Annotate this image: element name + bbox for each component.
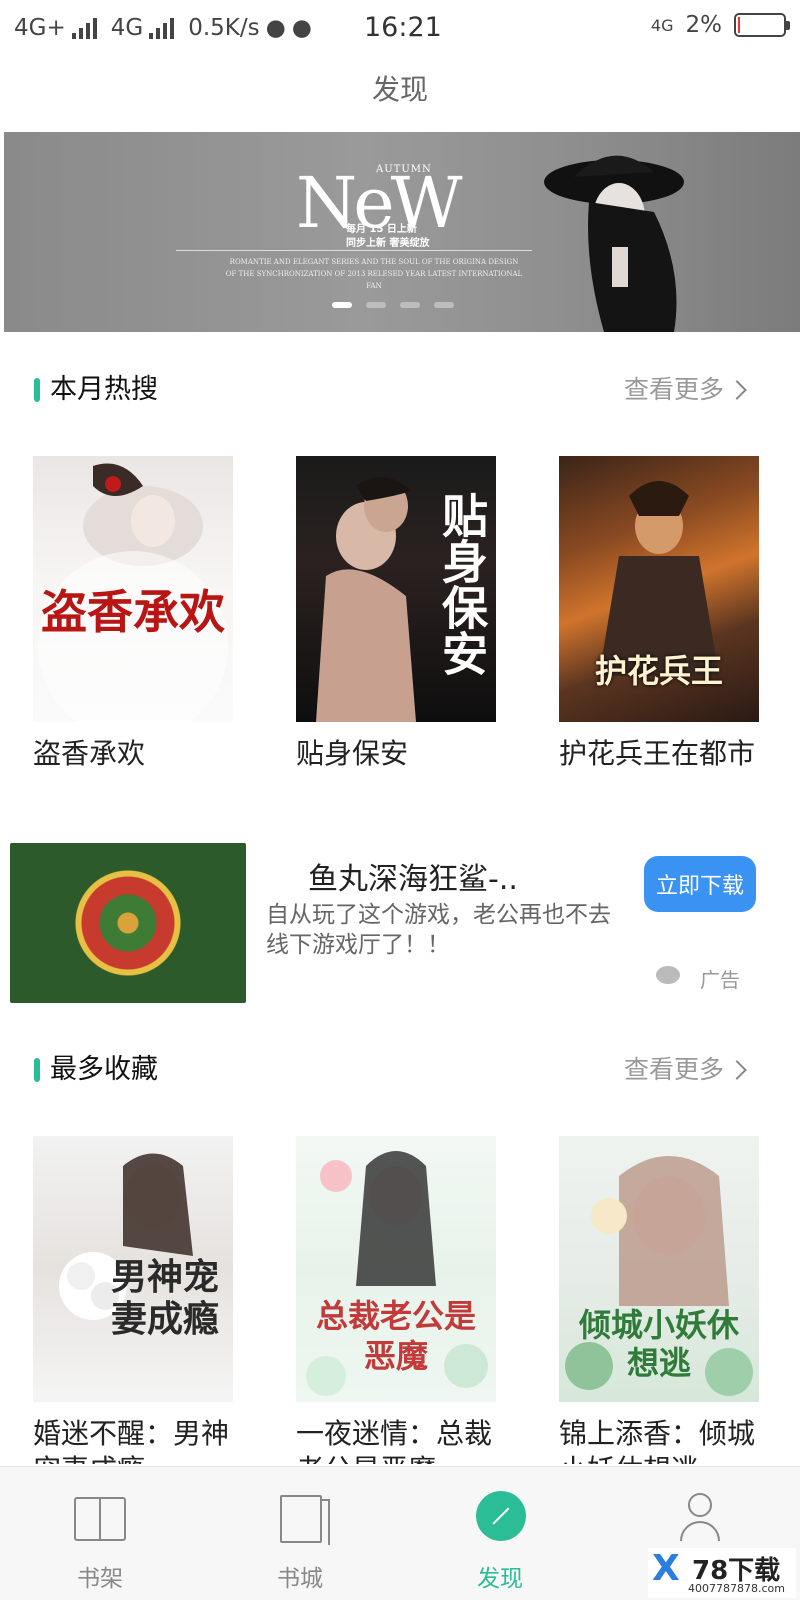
watermark-x-icon: X	[652, 1548, 680, 1589]
download-button[interactable]: 立即下载	[644, 856, 756, 912]
chevron-right-icon[interactable]	[727, 1060, 747, 1080]
section-accent-bar	[34, 1058, 40, 1082]
book-title: 锦上添香：倾城小妖休想逃	[559, 1417, 756, 1464]
book-cover[interactable]: 贴身保安	[296, 456, 496, 722]
page-title: 发现	[371, 73, 428, 106]
view-more-link[interactable]: 查看更多	[624, 370, 724, 410]
banner-cn-line2: 同步上新 奢美绽放	[346, 238, 430, 249]
book-card[interactable]: 贴身保安 贴身保安	[296, 456, 496, 772]
nav-label[interactable]: 书城	[200, 1559, 400, 1593]
book-title: 盗香承欢	[33, 737, 146, 770]
book-card[interactable]: 倾城小妖休想逃 锦上添香：倾城小妖休想逃	[559, 1136, 759, 1464]
cover-title: 总裁老公是恶魔	[316, 1297, 477, 1375]
network-speed: 0.5K/s	[188, 15, 260, 41]
nav-bookstore[interactable]: 书城	[200, 1467, 400, 1600]
watermark-url: 4007787878.com	[688, 1582, 785, 1595]
section-accent-bar	[34, 378, 40, 402]
network-type-2: 4G	[110, 15, 144, 41]
bookshelf-icon[interactable]	[74, 1497, 126, 1541]
compass-icon[interactable]	[476, 1491, 526, 1541]
banner-dot[interactable]	[366, 302, 386, 308]
signal-icon	[71, 17, 97, 39]
section-header-fav: 最多收藏 查看更多	[0, 1050, 800, 1090]
book-title: 贴身保安	[296, 737, 409, 770]
signal-icon-2	[149, 17, 175, 39]
banner-carousel[interactable]: NeW AUTUMN 每月 15 日上新 同步上新 奢美绽放 ROMANTIE …	[4, 132, 800, 332]
book-cover[interactable]: 护花兵王	[559, 456, 759, 722]
book-cover[interactable]: 倾城小妖休想逃	[559, 1136, 759, 1402]
book-cover[interactable]: 总裁老公是恶魔	[296, 1136, 496, 1402]
banner-cn-line1: 每月 15 日上新	[346, 224, 417, 235]
battery-icon	[734, 13, 790, 37]
battery-percent: 2%	[685, 12, 723, 38]
cover-title: 护花兵王	[594, 652, 723, 690]
watermark-logo: X 78下载 4007787878.com	[648, 1548, 796, 1598]
cover-title: 盗香承欢	[41, 585, 225, 639]
qq-icon: ●	[265, 15, 286, 41]
section-title: 本月热搜	[50, 374, 158, 405]
status-left: 4G+ 4G 0.5K/s ● ●	[14, 15, 312, 41]
clock: 16:21	[364, 12, 442, 43]
book-title: 护花兵王在都市	[559, 737, 756, 770]
banner-dot[interactable]	[400, 302, 420, 308]
banner-english-text: ROMANTIE AND ELEGANT SERIES AND THE SOUL…	[225, 258, 523, 290]
banner-dot[interactable]	[332, 302, 352, 308]
cover-title: 男神宠妻成瘾	[110, 1256, 219, 1340]
ad-description[interactable]: 自从玩了这个游戏，老公再也不去线下游戏厅了！！	[266, 900, 616, 960]
chevron-right-icon[interactable]	[727, 380, 747, 400]
network-type-right: 4G	[650, 15, 674, 35]
status-bar: 4G+ 4G 0.5K/s ● ● 16:21 4G 2%	[0, 0, 800, 56]
nav-label[interactable]: 书架	[0, 1559, 200, 1593]
ad-card[interactable]: 鱼丸深海狂鲨-.. 自从玩了这个游戏，老公再也不去线下游戏厅了！！ 立即下载 广…	[0, 840, 800, 1010]
section-header-hot: 本月热搜 查看更多	[0, 370, 800, 410]
banner-divider	[176, 250, 532, 251]
nav-label[interactable]: 发现	[400, 1559, 600, 1593]
section-title: 最多收藏	[50, 1054, 158, 1085]
banner-woman-image	[544, 155, 684, 332]
banner-pagination	[332, 302, 454, 308]
user-icon[interactable]	[680, 1493, 720, 1541]
status-right: 4G 2%	[650, 12, 790, 38]
book-card[interactable]: 男神宠妻成瘾 婚迷不醒：男神宠妻成瘾	[33, 1136, 233, 1464]
book-card[interactable]: 护花兵王 护花兵王在都市	[559, 456, 759, 772]
ad-image[interactable]	[10, 843, 246, 1003]
network-type-1: 4G+	[14, 15, 66, 41]
nav-discover[interactable]: 发现	[400, 1467, 600, 1600]
book-card[interactable]: 盗香承欢 盗香承欢	[33, 456, 233, 772]
chat-icon: ●	[291, 15, 312, 41]
book-cover[interactable]: 男神宠妻成瘾	[33, 1136, 233, 1402]
ad-label: 广告	[700, 968, 740, 992]
nav-bookshelf[interactable]: 书架	[0, 1467, 200, 1600]
view-more-link[interactable]: 查看更多	[624, 1050, 724, 1090]
cover-title: 贴身保安	[435, 492, 489, 676]
ad-title[interactable]: 鱼丸深海狂鲨-..	[308, 854, 518, 898]
ad-source-icon	[656, 966, 680, 984]
book-cover[interactable]: 盗香承欢	[33, 456, 233, 722]
book-card[interactable]: 总裁老公是恶魔 一夜迷情：总裁老公是恶魔	[296, 1136, 496, 1464]
banner-dot[interactable]	[434, 302, 454, 308]
book-title: 婚迷不醒：男神宠妻成瘾	[33, 1417, 230, 1464]
book-title: 一夜迷情：总裁老公是恶魔	[296, 1417, 493, 1464]
cover-title: 倾城小妖休想逃	[578, 1306, 739, 1382]
banner-autumn: AUTUMN	[376, 164, 432, 175]
bookstore-icon[interactable]	[280, 1495, 330, 1545]
